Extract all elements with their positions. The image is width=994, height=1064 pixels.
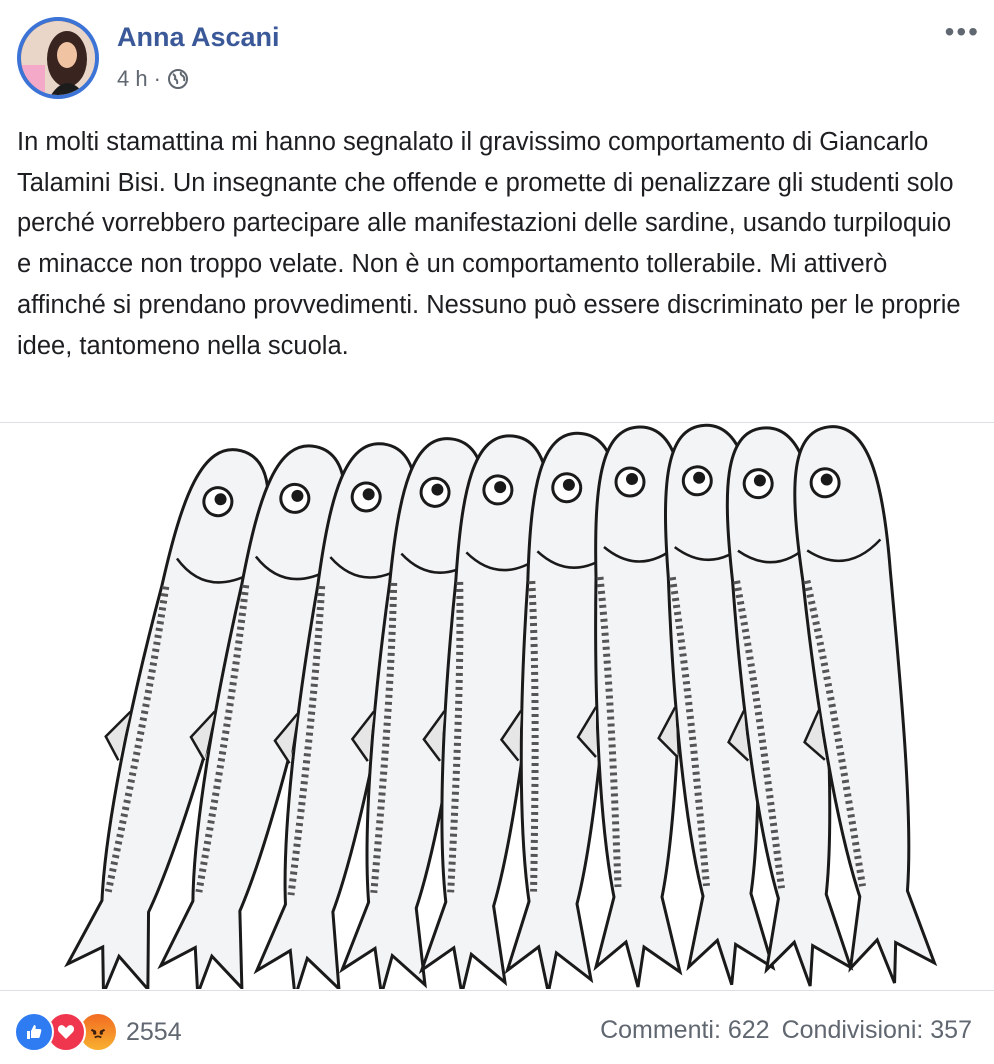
shares-count[interactable]: Condivisioni: 357 [782,1016,972,1045]
author-name[interactable]: Anna Ascani [117,22,280,53]
post-footer: 2554 Commenti: 622 Condivisioni: 357 [0,1000,994,1060]
post-text: In molti stamattina mi hanno segnalato i… [17,128,961,360]
more-options-button[interactable]: ••• [945,18,980,46]
post-header: Anna Ascani 4 h · ••• [0,0,994,110]
comments-count[interactable]: Commenti: 622 [600,1016,770,1045]
reactions-summary[interactable]: 2554 [14,1012,182,1052]
engagement-counts: Commenti: 622 Condivisioni: 357 [600,1016,972,1045]
post-image[interactable] [0,423,994,989]
author-avatar[interactable] [17,17,99,99]
divider [0,990,994,991]
like-icon [14,1012,54,1052]
globe-icon[interactable] [167,68,189,90]
reaction-count[interactable]: 2554 [126,1018,182,1047]
post-meta: 4 h · [117,66,189,92]
meta-separator: · [153,66,161,91]
sardines-illustration [64,423,938,989]
post-timestamp[interactable]: 4 h [117,66,148,92]
